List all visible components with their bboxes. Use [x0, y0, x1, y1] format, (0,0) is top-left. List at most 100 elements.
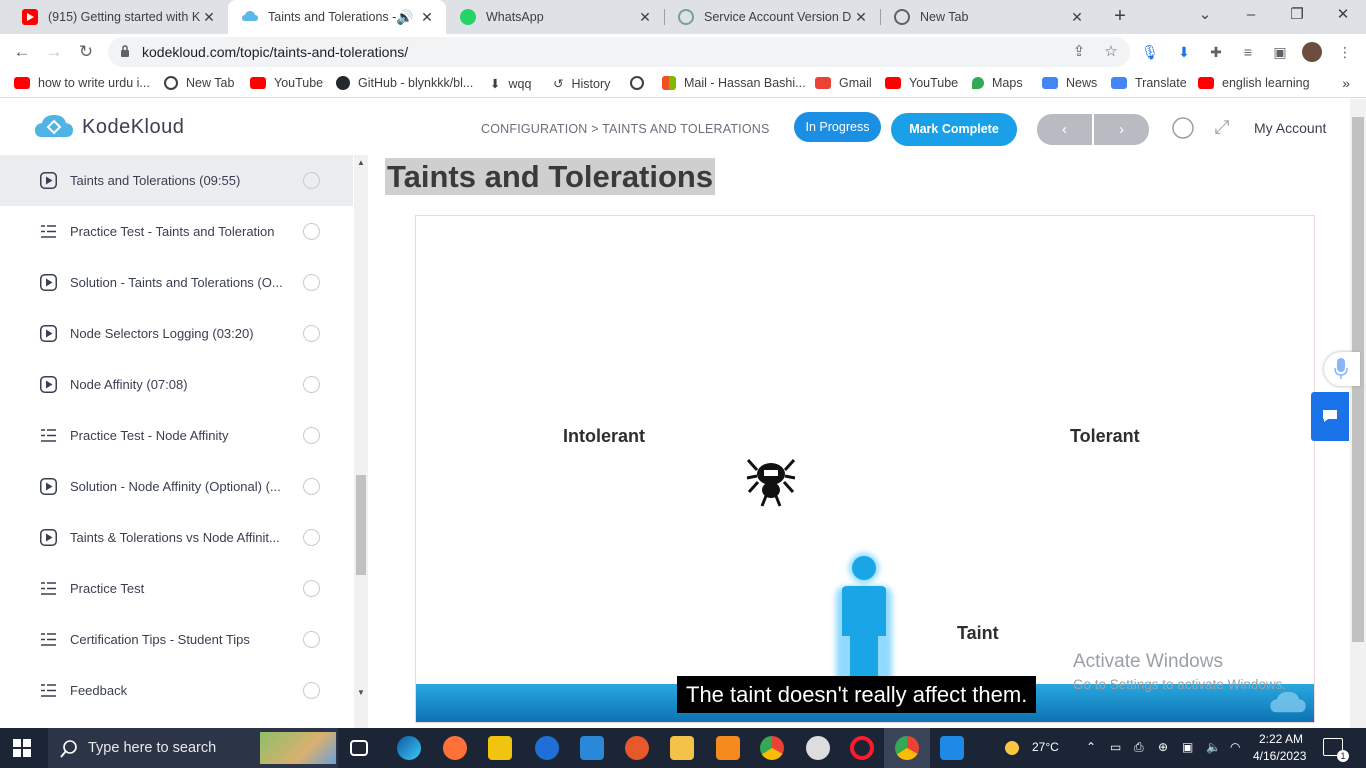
sidebar-scrollbar[interactable]: ▲ ▼	[354, 155, 368, 728]
bookmark-item[interactable]: Translate	[1111, 76, 1187, 90]
browser-menu-icon[interactable]: ⋮	[1336, 43, 1354, 61]
task-view-icon[interactable]	[350, 740, 368, 756]
breadcrumb[interactable]: CONFIGURATION > TAINTS AND TOLERATIONS	[481, 122, 770, 136]
bookmark-item[interactable]: english learning	[1198, 76, 1310, 90]
speaker-muted-icon[interactable]: 🔊	[396, 9, 414, 26]
battery-icon[interactable]: ▭	[1110, 740, 1121, 754]
completion-circle-icon[interactable]	[303, 427, 320, 444]
close-icon[interactable]: ✕	[1068, 9, 1086, 26]
completion-circle-icon[interactable]	[303, 478, 320, 495]
bookmark-item[interactable]	[630, 76, 652, 90]
notification-center-icon[interactable]: 1	[1323, 738, 1349, 762]
mark-complete-button[interactable]: Mark Complete	[891, 113, 1017, 146]
dark-mode-moon-icon[interactable]	[1171, 116, 1195, 140]
bookmark-item[interactable]: Mail - Hassan Bashi...	[662, 76, 806, 90]
completion-circle-icon[interactable]	[303, 325, 320, 342]
floating-chat-button[interactable]	[1311, 392, 1349, 441]
microphone-extension-icon[interactable]: 🎙	[1141, 43, 1159, 61]
media-queue-icon[interactable]: ≡	[1239, 43, 1257, 61]
tab-youtube-getting-started[interactable]: (915) Getting started with Ku ✕	[8, 0, 228, 34]
bookmark-item[interactable]: how to write urdu i...	[14, 76, 150, 90]
taskbar-search-box[interactable]: Type here to search	[48, 728, 338, 768]
completion-circle-icon[interactable]	[303, 580, 320, 597]
bookmark-item[interactable]: New Tab	[164, 76, 234, 90]
previous-lesson-button[interactable]: ‹	[1037, 114, 1092, 145]
completion-circle-icon[interactable]	[303, 529, 320, 546]
sidebar-lesson-item[interactable]: Solution - Node Affinity (Optional) (...	[0, 461, 353, 512]
bookmark-star-icon[interactable]: ☆	[1102, 43, 1120, 61]
close-icon[interactable]: ✕	[852, 9, 870, 26]
file-explorer-icon[interactable]	[670, 736, 694, 760]
page-scrollbar[interactable]	[1350, 99, 1366, 728]
sidebar-lesson-item[interactable]: Feedback	[0, 665, 353, 716]
sidebar-lesson-item[interactable]: Taints and Tolerations (09:55)	[0, 155, 353, 206]
weather-temperature[interactable]: 27°C	[1032, 740, 1059, 754]
video-player[interactable]: Intolerant Tolerant Taint	[415, 215, 1315, 723]
bookmark-item[interactable]: News	[1042, 76, 1097, 90]
fullscreen-expand-icon[interactable]: ⤢	[1210, 116, 1234, 140]
completion-circle-icon[interactable]	[303, 682, 320, 699]
profile-avatar[interactable]	[1302, 42, 1322, 62]
sidebar-lesson-item[interactable]: Practice Test	[0, 563, 353, 614]
obs-icon[interactable]	[806, 736, 830, 760]
tab-search-chevron-icon[interactable]: ⌄	[1182, 0, 1228, 34]
close-window-button[interactable]: ✕	[1320, 0, 1366, 34]
next-lesson-button[interactable]: ›	[1094, 114, 1149, 145]
bookmark-item[interactable]: YouTube	[885, 76, 958, 90]
bookmark-item[interactable]: Gmail	[815, 76, 872, 90]
show-hidden-icons-chevron[interactable]: ⌃	[1086, 740, 1096, 754]
kodekloud-logo[interactable]: KodeKloud	[34, 113, 184, 141]
network-device-icon[interactable]: ⎙	[1134, 740, 1144, 755]
tab-new-tab[interactable]: New Tab ✕	[880, 0, 1096, 34]
tab-whatsapp[interactable]: WhatsApp ✕	[446, 0, 664, 34]
floating-mic-button[interactable]	[1324, 352, 1360, 386]
address-bar[interactable]: kodekloud.com/topic/taints-and-toleratio…	[108, 37, 1130, 67]
sidebar-lesson-item[interactable]: Solution - Taints and Tolerations (O...	[0, 257, 353, 308]
usb-icon[interactable]: ⊕	[1158, 740, 1168, 754]
sidebar-lesson-item[interactable]: Certification Tips - Student Tips	[0, 614, 353, 665]
scroll-up-arrow-icon[interactable]: ▲	[357, 158, 365, 167]
tab-taints-and-tolerations[interactable]: Taints and Tolerations - K 🔊 ✕	[228, 0, 446, 34]
mail-icon[interactable]	[580, 736, 604, 760]
sidebar-lesson-item[interactable]: Practice Test - Taints and Toleration	[0, 206, 353, 257]
side-panel-icon[interactable]: ▣	[1271, 43, 1289, 61]
completion-circle-icon[interactable]	[303, 376, 320, 393]
settings-gear-app-icon[interactable]	[716, 736, 740, 760]
sidebar-lesson-item[interactable]: Node Affinity (07:08)	[0, 359, 353, 410]
wifi-icon[interactable]: ◠	[1230, 740, 1240, 754]
bookmark-item[interactable]: GitHub - blynkkk/bl...	[336, 76, 473, 90]
close-icon[interactable]: ✕	[418, 9, 436, 26]
photos-icon[interactable]	[940, 736, 964, 760]
restore-button[interactable]: ❐	[1274, 0, 1320, 34]
chrome-icon[interactable]	[760, 736, 784, 760]
edge-icon[interactable]	[397, 736, 421, 760]
in-progress-button[interactable]: In Progress	[794, 112, 881, 142]
share-icon[interactable]: ⇪	[1070, 43, 1088, 61]
opera-icon[interactable]	[850, 736, 874, 760]
bookmarks-overflow-button[interactable]: »	[1342, 75, 1350, 91]
snail-app-icon[interactable]	[625, 736, 649, 760]
active-chrome-taskbar-button[interactable]	[884, 728, 930, 768]
scroll-down-arrow-icon[interactable]: ▼	[357, 688, 365, 697]
sidebar-lesson-item[interactable]: Node Selectors Logging (03:20)	[0, 308, 353, 359]
taskbar-clock[interactable]: 2:22 AM 4/16/2023	[1253, 731, 1306, 765]
close-icon[interactable]: ✕	[636, 9, 654, 26]
new-tab-button[interactable]: +	[1108, 5, 1132, 29]
bookmark-item[interactable]: YouTube	[250, 76, 323, 90]
bookmark-item[interactable]: ↺ History	[553, 76, 610, 92]
reload-icon[interactable]: ↻	[73, 39, 99, 65]
skype-icon[interactable]	[535, 736, 559, 760]
completion-circle-icon[interactable]	[303, 172, 320, 189]
completion-circle-icon[interactable]	[303, 223, 320, 240]
completion-circle-icon[interactable]	[303, 274, 320, 291]
back-arrow-icon[interactable]: ←	[9, 39, 35, 65]
close-icon[interactable]: ✕	[200, 9, 218, 26]
windows-start-icon[interactable]	[13, 739, 31, 757]
microsoft-store-icon[interactable]	[488, 736, 512, 760]
completion-circle-icon[interactable]	[303, 631, 320, 648]
screen-icon[interactable]: ▣	[1182, 740, 1193, 754]
sidebar-lesson-item[interactable]: Practice Test - Node Affinity	[0, 410, 353, 461]
volume-icon[interactable]: 🔈	[1206, 740, 1221, 754]
sidebar-scroll-thumb[interactable]	[356, 475, 366, 575]
weather-sun-icon[interactable]	[1000, 736, 1024, 760]
